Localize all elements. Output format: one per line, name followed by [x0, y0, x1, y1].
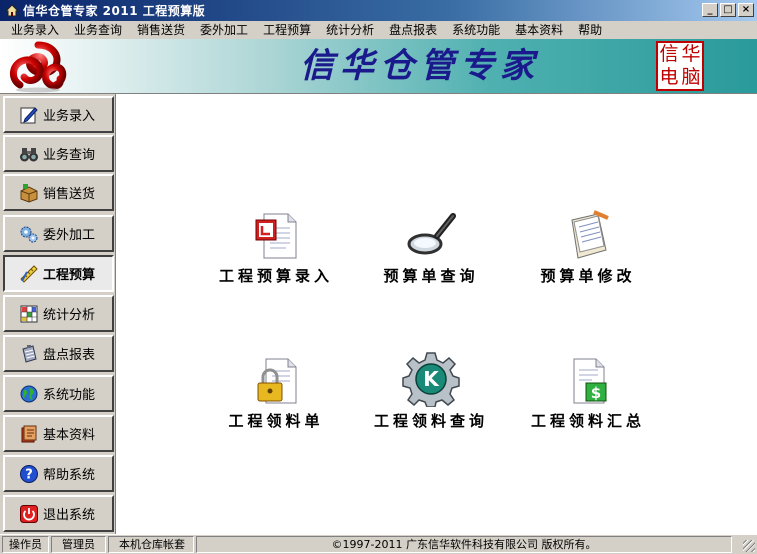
menu-project-budget[interactable]: 工程预算: [256, 21, 319, 39]
locked-document-icon: [196, 349, 356, 407]
status-account: 本机仓库帐套: [108, 536, 194, 553]
menu-statistics[interactable]: 统计分析: [319, 21, 382, 39]
tile-material-summary[interactable]: $ 工程领料汇总: [508, 349, 668, 431]
box-icon: [19, 183, 39, 203]
menu-bar: 业务录入 业务查询 销售送货 委外加工 工程预算 统计分析 盘点报表 系统功能 …: [0, 21, 757, 39]
sidebar-item-label: 基本资料: [43, 428, 96, 443]
dollar-document-icon: $: [508, 349, 668, 407]
sidebar-item-label: 退出系统: [43, 508, 96, 523]
sidebar-item-system[interactable]: 系统功能: [3, 375, 114, 412]
svg-text:K: K: [423, 367, 440, 391]
gears-icon: [19, 224, 39, 244]
sidebar-item-project-budget[interactable]: 工程预算: [3, 255, 114, 292]
status-operator: 管理员: [51, 536, 106, 553]
seal-char: 信: [659, 43, 679, 65]
sidebar-item-inventory-report[interactable]: 盘点报表: [3, 335, 114, 372]
tile-label: 工程预算录入: [218, 267, 333, 285]
status-copyright: ©1997-2011 广东信华软件科技有限公司 版权所有。: [196, 536, 732, 553]
banner-title: 信华仓管专家: [300, 46, 540, 86]
sidebar-item-label: 盘点报表: [43, 348, 96, 363]
sidebar-item-statistics[interactable]: 统计分析: [3, 295, 114, 332]
sidebar-item-exit[interactable]: 退出系统: [3, 495, 114, 532]
app-house-icon: [4, 3, 20, 19]
magnifier-icon: [351, 204, 511, 262]
document-icon: [196, 204, 356, 262]
svg-text:?: ?: [25, 467, 33, 482]
pencil-icon: [19, 105, 39, 125]
sidebar-item-basic-data[interactable]: 基本资料: [3, 415, 114, 452]
globe-icon: [19, 384, 39, 404]
sidebar-item-label: 工程预算: [43, 268, 96, 283]
power-icon: [19, 504, 39, 524]
tile-label: 工程领料查询: [373, 412, 488, 430]
resize-grip-icon[interactable]: [743, 540, 755, 552]
status-bar: 操作员 管理员 本机仓库帐套 ©1997-2011 广东信华软件科技有限公司 版…: [0, 534, 757, 554]
notepad-icon: [508, 204, 668, 262]
sidebar-item-label: 委外加工: [43, 228, 96, 243]
sidebar-item-label: 业务查询: [43, 148, 96, 163]
tile-budget-query[interactable]: 预算单查询: [351, 204, 511, 286]
tile-label: 预算单修改: [540, 267, 636, 285]
sidebar-item-label: 销售送货: [43, 187, 96, 202]
seal-char: 脑: [681, 66, 701, 88]
sidebar-item-label: 统计分析: [43, 308, 96, 323]
help-icon: ?: [19, 464, 39, 484]
seal-char: 华: [681, 43, 701, 65]
sidebar-item-label: 帮助系统: [43, 468, 96, 483]
sidebar-item-label: 业务录入: [43, 109, 96, 124]
menu-sales-delivery[interactable]: 销售送货: [130, 21, 193, 39]
menu-basic-data[interactable]: 基本资料: [508, 21, 571, 39]
minimize-button[interactable]: _: [702, 3, 718, 17]
menu-system[interactable]: 系统功能: [445, 21, 508, 39]
tile-material-query[interactable]: K 工程领料查询: [351, 349, 511, 431]
menu-help[interactable]: 帮助: [571, 21, 610, 39]
tile-budget-modify[interactable]: 预算单修改: [508, 204, 668, 286]
menu-inventory-report[interactable]: 盘点报表: [382, 21, 445, 39]
company-seal: 信 华 电 脑: [656, 41, 704, 91]
tile-label: 预算单查询: [383, 267, 479, 285]
menu-business-query[interactable]: 业务查询: [67, 21, 130, 39]
maximize-button[interactable]: □: [720, 3, 736, 17]
sidebar-item-business-query[interactable]: 业务查询: [3, 135, 114, 172]
sidebar-item-business-entry[interactable]: 业务录入: [3, 96, 114, 133]
title-bar[interactable]: 信华仓管专家 2011 工程预算版 _ □ ×: [0, 0, 757, 21]
sidebar: 业务录入 业务查询 销售送货 委外加工 工程预算 统计分析 盘点报表 系统功能 …: [0, 94, 116, 534]
ruler-icon: [19, 264, 39, 284]
tile-label: 工程领料汇总: [530, 412, 645, 430]
banner: 信华仓管专家 信 华 电 脑: [0, 39, 757, 94]
svg-text:$: $: [591, 384, 601, 402]
binoculars-icon: [19, 144, 39, 164]
status-operator-label: 操作员: [2, 536, 49, 553]
close-button[interactable]: ×: [738, 3, 754, 17]
tile-material-requisition[interactable]: 工程领料单: [196, 349, 356, 431]
sidebar-item-sales-delivery[interactable]: 销售送货: [3, 174, 114, 211]
company-logo-icon: [8, 41, 68, 93]
window-title: 信华仓管专家 2011 工程预算版: [23, 4, 206, 18]
menu-outsourcing[interactable]: 委外加工: [193, 21, 256, 39]
menu-business-entry[interactable]: 业务录入: [4, 21, 67, 39]
tile-budget-entry[interactable]: 工程预算录入: [196, 204, 356, 286]
sidebar-item-help[interactable]: ? 帮助系统: [3, 455, 114, 492]
book-icon: [19, 424, 39, 444]
sidebar-item-outsourcing[interactable]: 委外加工: [3, 215, 114, 252]
seal-char: 电: [659, 66, 679, 88]
grid-icon: [19, 304, 39, 324]
sidebar-item-label: 系统功能: [43, 388, 96, 403]
k-gear-icon: K: [351, 349, 511, 407]
main-panel: 工程预算录入 预算单查询 预算单修改 工程领料单 K 工程领料查询 $ 工程领料…: [116, 94, 757, 534]
tile-label: 工程领料单: [228, 412, 324, 430]
clipboard-icon: [19, 344, 39, 364]
